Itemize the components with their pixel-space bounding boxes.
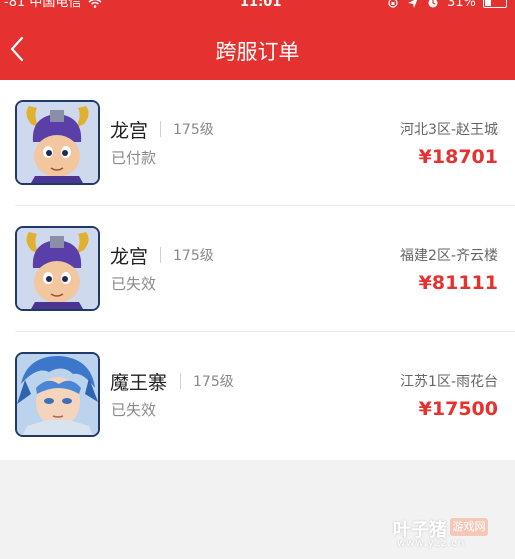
divider-bar bbox=[160, 247, 161, 263]
avatar-dragon-palace bbox=[15, 226, 100, 311]
dragon-palace-character-icon bbox=[17, 228, 98, 309]
order-status: 已失效 bbox=[111, 275, 157, 293]
carrier-text: -81 中国电信 bbox=[4, 0, 82, 10]
alarm-icon bbox=[428, 0, 438, 7]
carrier-signal: -81 中国电信 bbox=[4, 0, 102, 9]
status-bar: -81 中国电信 11:01 31% bbox=[0, 0, 515, 16]
rotation-lock-icon bbox=[387, 0, 398, 8]
order-row[interactable]: 龙宫 175级 已付款 河北3区-赵王城 ¥18701 bbox=[0, 80, 515, 206]
server-name: 河北3区-赵王城 bbox=[400, 122, 498, 138]
character-level: 175级 bbox=[193, 374, 234, 390]
demon-king-fortress-character-icon bbox=[17, 354, 98, 435]
character-level: 175级 bbox=[173, 248, 214, 264]
avatar-demon-king-fortress bbox=[15, 352, 100, 437]
server-name: 江苏1区-雨花台 bbox=[400, 374, 498, 390]
order-price: ¥81111 bbox=[418, 272, 498, 294]
character-name: 魔王寨 bbox=[110, 372, 168, 394]
battery-percent: 31% bbox=[446, 0, 476, 10]
page-title: 跨服订单 bbox=[215, 40, 300, 64]
battery-fill bbox=[485, 0, 491, 6]
order-list: 龙宫 175级 已付款 河北3区-赵王城 ¥18701 龙宫 175级 已失效 … bbox=[0, 80, 515, 460]
character-level: 175级 bbox=[173, 122, 214, 138]
header-bar: -81 中国电信 11:01 31% 跨服订单 bbox=[0, 0, 515, 80]
character-name: 龙宫 bbox=[110, 246, 149, 268]
order-price: ¥17500 bbox=[418, 398, 498, 420]
character-name: 龙宫 bbox=[110, 120, 149, 142]
server-name: 福建2区-齐云楼 bbox=[400, 248, 498, 264]
avatar-dragon-palace bbox=[15, 100, 100, 185]
dragon-palace-character-icon bbox=[17, 102, 98, 183]
watermark-url: www.yzz.cn bbox=[397, 538, 466, 549]
order-status: 已失效 bbox=[111, 401, 157, 419]
site-watermark: 叶子猪 游戏网 www.yzz.cn bbox=[393, 516, 493, 552]
order-status: 已付款 bbox=[111, 149, 157, 167]
divider-bar bbox=[180, 373, 181, 389]
location-icon bbox=[407, 0, 417, 8]
divider-bar bbox=[160, 121, 161, 137]
order-row[interactable]: 魔王寨 175级 已失效 江苏1区-雨花台 ¥17500 bbox=[0, 332, 515, 458]
battery-icon bbox=[483, 0, 507, 8]
status-right: 31% bbox=[387, 0, 507, 9]
app-root: -81 中国电信 11:01 31% 跨服订单 龙宫 175级 已付款 河北3区… bbox=[0, 0, 515, 559]
wifi-icon bbox=[88, 0, 101, 8]
order-row[interactable]: 龙宫 175级 已失效 福建2区-齐云楼 ¥81111 bbox=[0, 206, 515, 332]
watermark-badge: 游戏网 bbox=[450, 518, 488, 536]
clock: 11:01 bbox=[240, 0, 282, 10]
order-price: ¥18701 bbox=[418, 146, 498, 168]
